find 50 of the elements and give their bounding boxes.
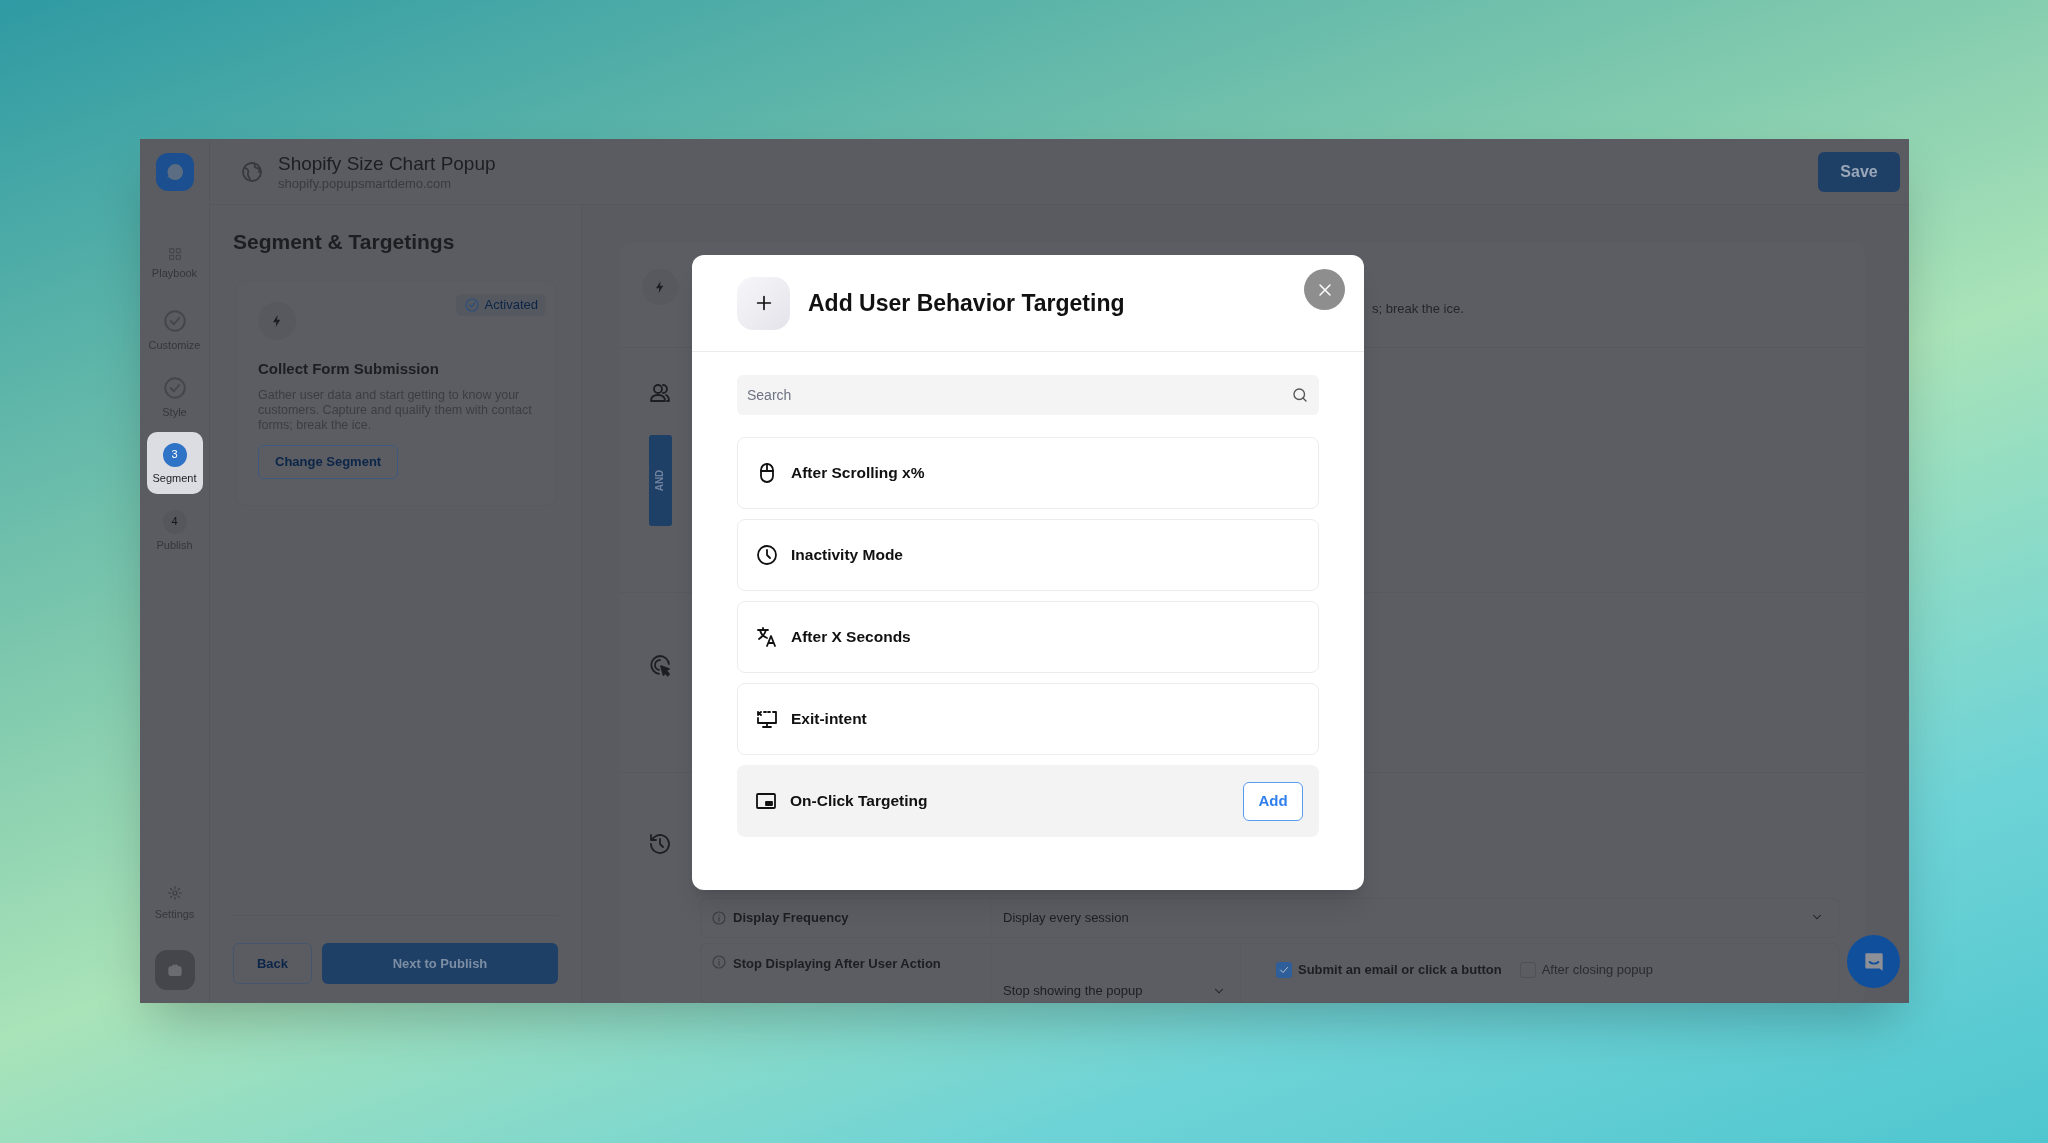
connector-label: AND xyxy=(653,469,667,492)
add-button[interactable] xyxy=(737,276,790,330)
targeting-option[interactable]: On-Click Targeting Add xyxy=(737,765,1319,837)
targeting-option[interactable]: After X Seconds xyxy=(737,601,1319,673)
option-label: Inactivity Mode xyxy=(791,545,904,566)
info-icon xyxy=(711,954,727,970)
globe-icon xyxy=(240,159,264,184)
targeting-option[interactable]: Inactivity Mode xyxy=(737,519,1319,591)
page-title: Shopify Size Chart Popup xyxy=(278,151,496,176)
check-circle-icon xyxy=(161,374,188,401)
step-tab[interactable]: 3 Segment xyxy=(146,432,203,494)
check-circle-icon xyxy=(463,296,480,313)
change-segment-button[interactable]: Change Segment xyxy=(258,445,399,479)
section-title: Segment & Targetings xyxy=(232,229,456,255)
lightning-icon xyxy=(258,301,296,340)
app-logo xyxy=(155,153,194,191)
add-button[interactable]: Add xyxy=(1243,781,1303,821)
card-title: Collect Form Submission xyxy=(258,358,440,379)
next-button[interactable]: Next to Publish xyxy=(322,943,558,984)
save-button[interactable]: Save xyxy=(1818,151,1900,192)
option-label: After Scrolling x% xyxy=(791,463,926,484)
history-icon xyxy=(648,832,672,856)
info-icon xyxy=(711,910,727,926)
clock-icon xyxy=(755,543,779,567)
back-button[interactable]: Back xyxy=(233,943,312,984)
step-number: 3 xyxy=(162,442,187,467)
setting-label: Display Frequency xyxy=(733,909,849,928)
checkbox[interactable] xyxy=(1276,961,1292,978)
lightning-icon xyxy=(642,269,678,305)
search-icon xyxy=(1291,386,1309,404)
modal-title: Add User Behavior Targeting xyxy=(808,288,1125,318)
close-button[interactable] xyxy=(1304,269,1345,310)
cursor-target-icon xyxy=(648,653,672,677)
settings-icon xyxy=(166,884,183,901)
select-field[interactable]: Display every session xyxy=(991,899,1838,937)
grid-icon xyxy=(166,245,183,262)
setting-label: Stop Displaying After User Action xyxy=(733,955,941,973)
translate-icon xyxy=(755,625,779,649)
activated-badge: Activated xyxy=(455,293,546,316)
option-label: On-Click Targeting xyxy=(790,791,929,812)
targeting-option[interactable]: Exit-intent xyxy=(737,683,1319,755)
targeting-option[interactable]: After Scrolling x% xyxy=(737,437,1319,509)
option-label: Exit-intent xyxy=(791,709,868,730)
check-circle-icon xyxy=(161,307,188,334)
option-label: After X Seconds xyxy=(791,627,912,648)
select-field[interactable]: Stop showing the popup xyxy=(991,944,1241,1002)
briefcase-button[interactable] xyxy=(154,950,195,990)
step-number: 4 xyxy=(162,509,187,534)
option-label: Submit an email or click a button xyxy=(1298,961,1502,979)
users-icon xyxy=(648,381,672,405)
